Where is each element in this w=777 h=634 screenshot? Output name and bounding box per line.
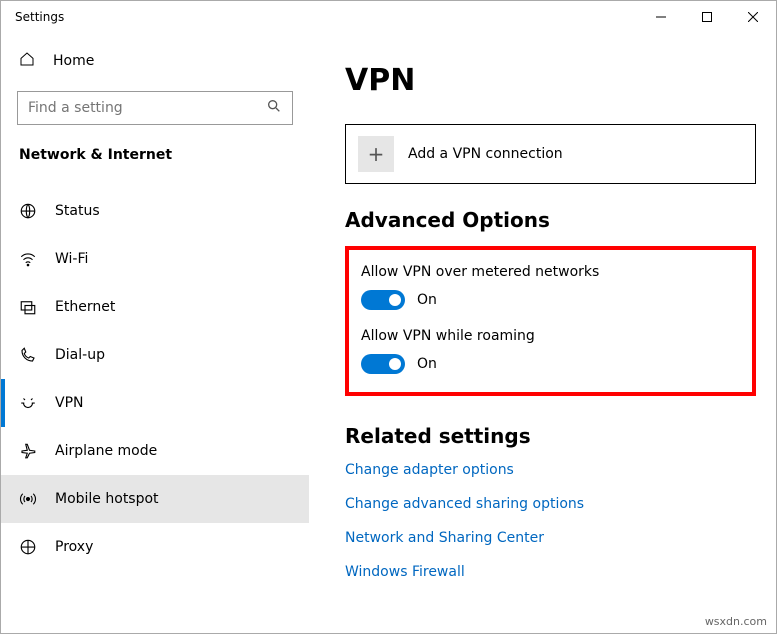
sidebar-item-label: VPN (55, 395, 84, 411)
search-icon (266, 98, 282, 118)
window-title: Settings (1, 10, 64, 24)
search-input[interactable] (28, 100, 266, 116)
sidebar-item-label: Proxy (55, 539, 93, 555)
option-roaming: Allow VPN while roaming On (361, 328, 740, 374)
highlighted-region: Allow VPN over metered networks On Allow… (345, 246, 756, 396)
content-pane: VPN + Add a VPN connection Advanced Opti… (309, 33, 776, 633)
vpn-icon (19, 394, 37, 412)
sidebar-item-airplane[interactable]: Airplane mode (1, 427, 309, 475)
sidebar-item-label: Wi-Fi (55, 251, 88, 267)
sidebar-item-wifi[interactable]: Wi-Fi (1, 235, 309, 283)
close-button[interactable] (730, 1, 776, 33)
sidebar-item-vpn[interactable]: VPN (1, 379, 309, 427)
add-vpn-button[interactable]: + Add a VPN connection (345, 124, 756, 184)
airplane-icon (19, 442, 37, 460)
toggle-metered[interactable] (361, 290, 405, 310)
maximize-button[interactable] (684, 1, 730, 33)
sidebar-item-ethernet[interactable]: Ethernet (1, 283, 309, 331)
home-icon (19, 51, 35, 71)
link-windows-firewall[interactable]: Windows Firewall (345, 564, 756, 580)
link-adapter-options[interactable]: Change adapter options (345, 462, 756, 478)
sidebar-item-label: Airplane mode (55, 443, 157, 459)
titlebar: Settings (1, 1, 776, 33)
sidebar-item-dialup[interactable]: Dial-up (1, 331, 309, 379)
toggle-state: On (417, 356, 437, 372)
window-controls (638, 1, 776, 33)
sidebar-item-hotspot[interactable]: Mobile hotspot (1, 475, 309, 523)
sidebar: Home Network & Internet Status Wi-Fi Et (1, 33, 309, 633)
watermark: wsxdn.com (705, 615, 767, 628)
advanced-options-title: Advanced Options (345, 208, 756, 232)
page-title: VPN (345, 63, 756, 98)
search-box[interactable] (17, 91, 293, 125)
sidebar-item-label: Mobile hotspot (55, 491, 159, 507)
wifi-icon (19, 250, 37, 268)
sidebar-item-label: Ethernet (55, 299, 115, 315)
dialup-icon (19, 346, 37, 364)
toggle-roaming[interactable] (361, 354, 405, 374)
ethernet-icon (19, 298, 37, 316)
home-button[interactable]: Home (1, 41, 309, 81)
sidebar-item-label: Status (55, 203, 100, 219)
hotspot-icon (19, 490, 37, 508)
sidebar-item-proxy[interactable]: Proxy (1, 523, 309, 571)
option-label: Allow VPN while roaming (361, 328, 740, 344)
option-label: Allow VPN over metered networks (361, 264, 740, 280)
link-network-sharing-center[interactable]: Network and Sharing Center (345, 530, 756, 546)
minimize-button[interactable] (638, 1, 684, 33)
link-sharing-options[interactable]: Change advanced sharing options (345, 496, 756, 512)
proxy-icon (19, 538, 37, 556)
sidebar-item-status[interactable]: Status (1, 187, 309, 235)
related-settings-title: Related settings (345, 424, 756, 448)
add-vpn-label: Add a VPN connection (408, 146, 563, 162)
home-label: Home (53, 53, 94, 69)
option-metered: Allow VPN over metered networks On (361, 264, 740, 310)
sidebar-item-label: Dial-up (55, 347, 105, 363)
category-title: Network & Internet (1, 125, 309, 175)
toggle-state: On (417, 292, 437, 308)
status-icon (19, 202, 37, 220)
plus-icon: + (358, 136, 394, 172)
